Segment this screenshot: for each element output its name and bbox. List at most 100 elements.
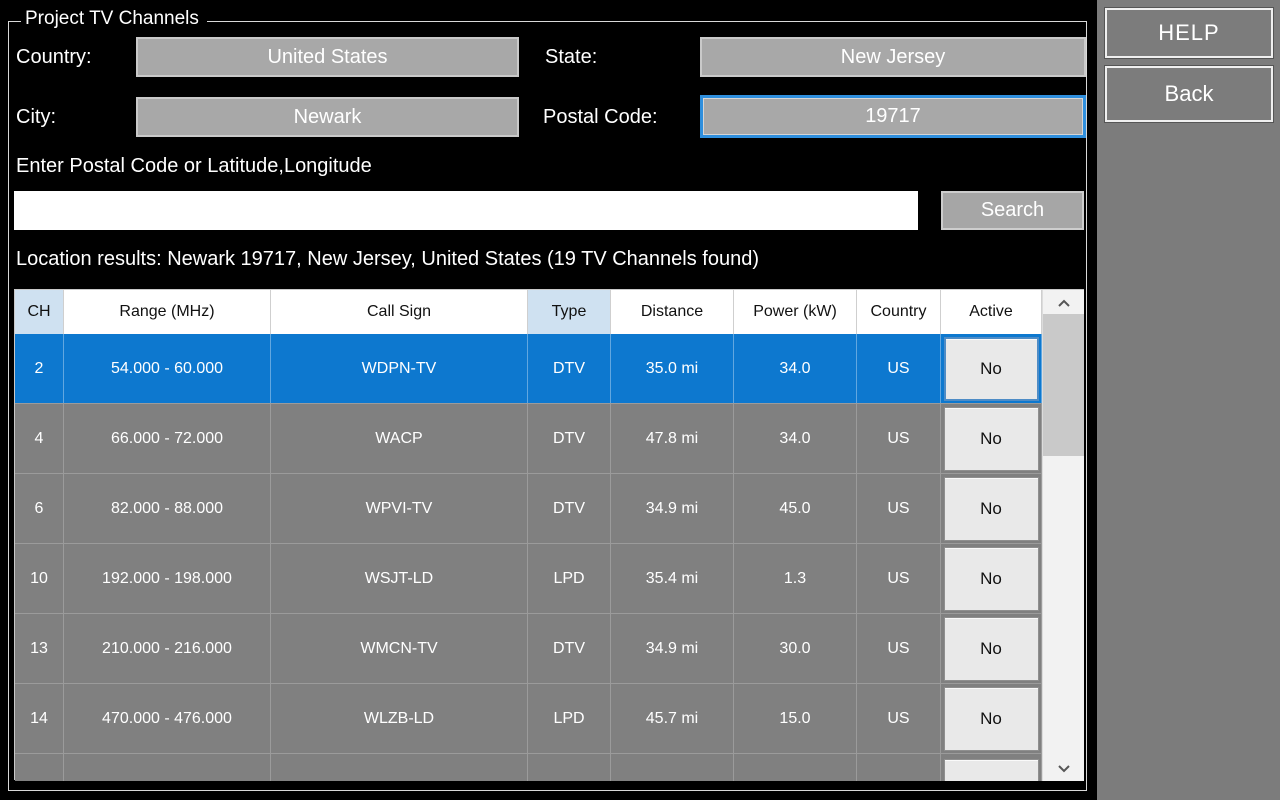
side-panel: HELP Back xyxy=(1097,0,1280,800)
type-cell xyxy=(528,754,611,781)
help-button[interactable]: HELP xyxy=(1105,8,1273,58)
search-input[interactable] xyxy=(14,191,918,230)
distance-cell: 45.7 mi xyxy=(611,684,734,753)
country-label: Country: xyxy=(16,37,92,77)
column-header[interactable]: Type xyxy=(528,290,611,334)
active-toggle-button[interactable]: No xyxy=(944,477,1039,541)
active-cell: No xyxy=(941,404,1042,473)
column-header[interactable]: Country xyxy=(857,290,941,334)
column-header[interactable]: Call Sign xyxy=(271,290,528,334)
scroll-down-icon[interactable] xyxy=(1043,757,1084,779)
power-cell: 34.0 xyxy=(734,334,857,403)
ch-cell: 2 xyxy=(15,334,64,403)
country-cell: US xyxy=(857,334,941,403)
column-header[interactable]: CH xyxy=(15,290,64,334)
country-field[interactable]: United States xyxy=(136,37,519,77)
column-header[interactable]: Distance xyxy=(611,290,734,334)
call-sign-cell: WLZB-LD xyxy=(271,684,528,753)
distance-cell: 47.8 mi xyxy=(611,404,734,473)
table-row[interactable]: 254.000 - 60.000WDPN-TVDTV35.0 mi34.0USN… xyxy=(15,334,1084,404)
range-cell: 82.000 - 88.000 xyxy=(64,474,271,543)
active-toggle-button[interactable]: No xyxy=(944,687,1039,751)
country-cell: US xyxy=(857,474,941,543)
distance-cell: 35.4 mi xyxy=(611,544,734,613)
active-toggle-button[interactable]: No xyxy=(944,407,1039,471)
active-toggle-button[interactable]: No xyxy=(944,617,1039,681)
active-cell: No xyxy=(941,614,1042,683)
range-cell: 66.000 - 72.000 xyxy=(64,404,271,473)
table-row[interactable]: 10192.000 - 198.000WSJT-LDLPD35.4 mi1.3U… xyxy=(15,544,1084,614)
country-cell xyxy=(857,754,941,781)
power-cell: 1.3 xyxy=(734,544,857,613)
postal-code-label: Postal Code: xyxy=(543,97,658,137)
search-button[interactable]: Search xyxy=(941,191,1084,230)
type-cell: DTV xyxy=(528,474,611,543)
table-row[interactable]: 13210.000 - 216.000WMCN-TVDTV34.9 mi30.0… xyxy=(15,614,1084,684)
active-toggle-button[interactable] xyxy=(944,759,1039,782)
active-cell xyxy=(941,754,1042,781)
range-cell: 470.000 - 476.000 xyxy=(64,684,271,753)
ch-cell: 13 xyxy=(15,614,64,683)
distance-cell: 35.0 mi xyxy=(611,334,734,403)
ch-cell: 10 xyxy=(15,544,64,613)
call-sign-cell: WDPN-TV xyxy=(271,334,528,403)
country-cell: US xyxy=(857,614,941,683)
type-cell: LPD xyxy=(528,684,611,753)
range-cell: 54.000 - 60.000 xyxy=(64,334,271,403)
table-header: CHRange (MHz)Call SignTypeDistancePower … xyxy=(15,290,1084,334)
call-sign-cell: WPVI-TV xyxy=(271,474,528,543)
search-instruction: Enter Postal Code or Latitude,Longitude xyxy=(16,146,372,186)
power-cell: 30.0 xyxy=(734,614,857,683)
active-cell: No xyxy=(941,474,1042,543)
active-cell: No xyxy=(941,684,1042,753)
state-label: State: xyxy=(545,37,597,77)
power-cell: 34.0 xyxy=(734,404,857,473)
active-cell: No xyxy=(941,544,1042,613)
type-cell: DTV xyxy=(528,614,611,683)
postal-code-field[interactable]: 19717 xyxy=(700,95,1086,138)
power-cell xyxy=(734,754,857,781)
groupbox-title: Project TV Channels xyxy=(21,8,207,30)
call-sign-cell: WSJT-LD xyxy=(271,544,528,613)
type-cell: LPD xyxy=(528,544,611,613)
scrollbar-thumb[interactable] xyxy=(1043,314,1084,456)
ch-cell xyxy=(15,754,64,781)
table-row[interactable]: 682.000 - 88.000WPVI-TVDTV34.9 mi45.0USN… xyxy=(15,474,1084,544)
table-body: 254.000 - 60.000WDPN-TVDTV35.0 mi34.0USN… xyxy=(15,334,1084,781)
table-row[interactable] xyxy=(15,754,1084,781)
scroll-up-icon[interactable] xyxy=(1043,292,1084,314)
back-button[interactable]: Back xyxy=(1105,66,1273,122)
country-cell: US xyxy=(857,684,941,753)
range-cell: 192.000 - 198.000 xyxy=(64,544,271,613)
column-header[interactable]: Power (kW) xyxy=(734,290,857,334)
active-toggle-button[interactable]: No xyxy=(944,547,1039,611)
app-window: HELP Back Project TV Channels Country: U… xyxy=(0,0,1280,800)
type-cell: DTV xyxy=(528,334,611,403)
channels-table: CHRange (MHz)Call SignTypeDistancePower … xyxy=(14,289,1084,780)
table-row[interactable]: 466.000 - 72.000WACPDTV47.8 mi34.0USNo xyxy=(15,404,1084,474)
column-header[interactable]: Active xyxy=(941,290,1042,334)
country-cell: US xyxy=(857,544,941,613)
call-sign-cell xyxy=(271,754,528,781)
power-cell: 45.0 xyxy=(734,474,857,543)
city-field[interactable]: Newark xyxy=(136,97,519,137)
distance-cell: 34.9 mi xyxy=(611,614,734,683)
table-row[interactable]: 14470.000 - 476.000WLZB-LDLPD45.7 mi15.0… xyxy=(15,684,1084,754)
ch-cell: 6 xyxy=(15,474,64,543)
distance-cell: 34.9 mi xyxy=(611,474,734,543)
column-header[interactable]: Range (MHz) xyxy=(64,290,271,334)
ch-cell: 4 xyxy=(15,404,64,473)
power-cell: 15.0 xyxy=(734,684,857,753)
city-label: City: xyxy=(16,97,56,137)
ch-cell: 14 xyxy=(15,684,64,753)
location-results-text: Location results: Newark 19717, New Jers… xyxy=(16,248,759,271)
country-cell: US xyxy=(857,404,941,473)
range-cell xyxy=(64,754,271,781)
call-sign-cell: WACP xyxy=(271,404,528,473)
vertical-scrollbar[interactable] xyxy=(1042,290,1084,781)
active-cell: No xyxy=(941,334,1042,403)
active-toggle-button[interactable]: No xyxy=(944,337,1039,401)
call-sign-cell: WMCN-TV xyxy=(271,614,528,683)
state-field[interactable]: New Jersey xyxy=(700,37,1086,77)
distance-cell xyxy=(611,754,734,781)
